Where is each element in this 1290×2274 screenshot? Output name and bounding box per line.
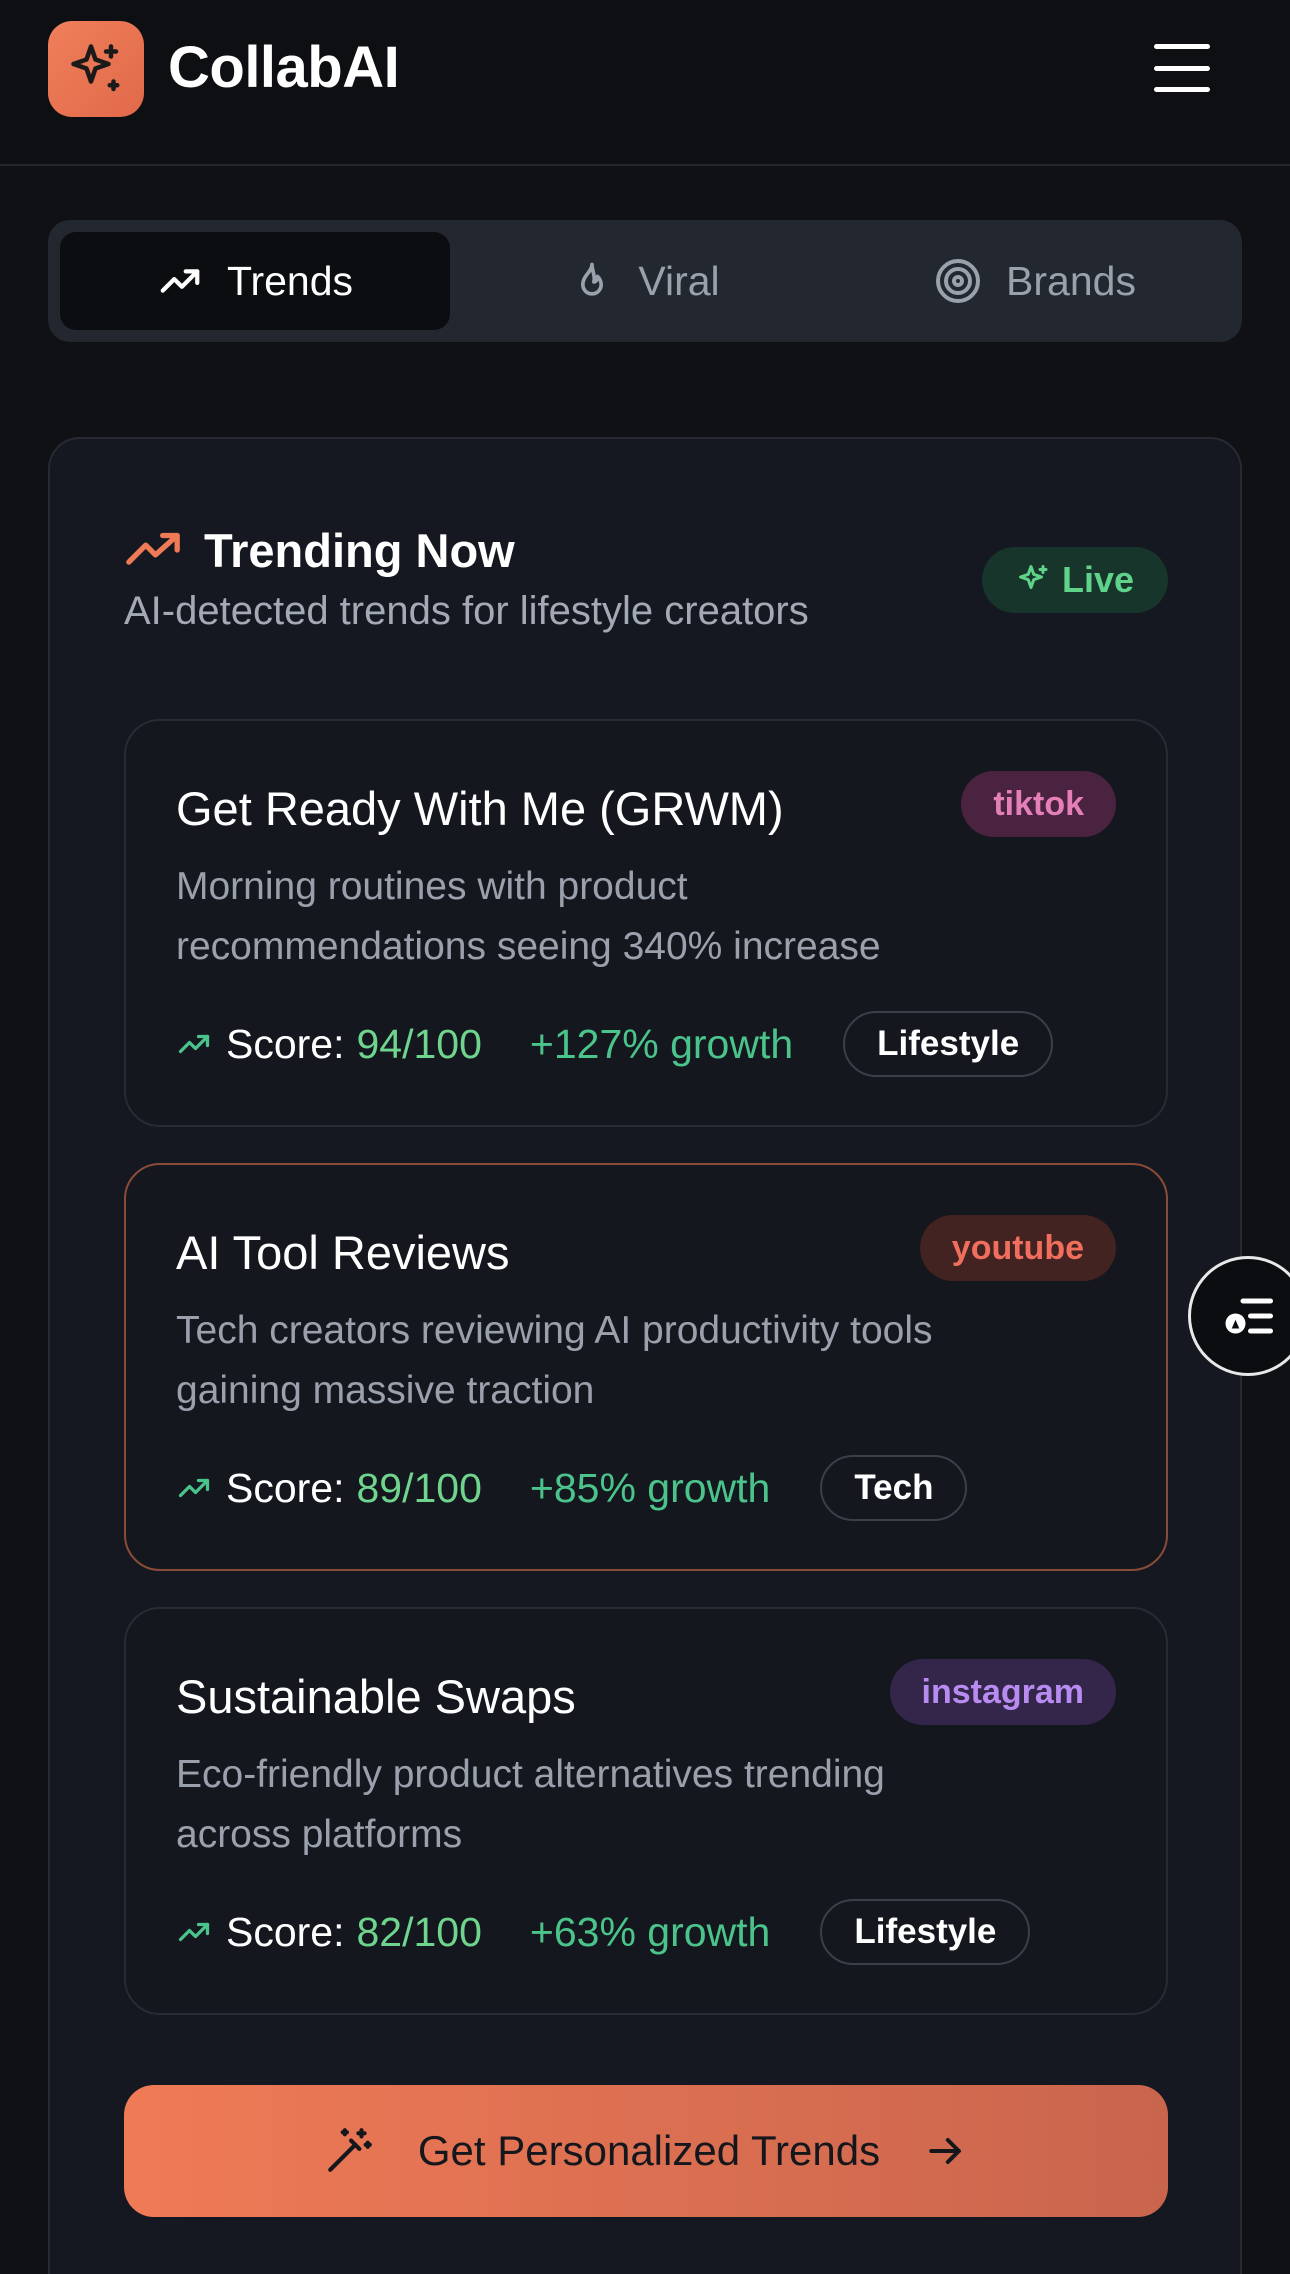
- tab-label: Brands: [1006, 257, 1136, 304]
- growth-value: +63% growth: [529, 1908, 771, 1955]
- tab-trends[interactable]: Trends: [60, 232, 450, 330]
- score-label: Score:: [226, 1464, 345, 1511]
- trend-title: Get Ready With Me (GRWM): [176, 782, 784, 835]
- trending-up-icon: [178, 1034, 210, 1054]
- tab-label: Viral: [638, 257, 720, 304]
- tab-brands[interactable]: Brands: [840, 232, 1230, 330]
- trend-meta: Score: 82/100 +63% growth Lifestyle: [176, 1899, 1031, 1965]
- trend-description: Tech creators reviewing AI productivity …: [176, 1309, 933, 1412]
- score-label: Score:: [226, 1908, 345, 1955]
- sparkles-icon: [71, 44, 120, 92]
- trend-meta: Score: 94/100 +127% growth Lifestyle: [176, 1011, 1054, 1077]
- score-label: Score:: [226, 1020, 345, 1067]
- trend-card[interactable]: AI Tool Reviews youtube Tech creators re…: [124, 1163, 1168, 1571]
- arrow-right-icon: [929, 2137, 961, 2165]
- category-tag: Lifestyle: [843, 1011, 1054, 1077]
- trending-up-icon: [178, 1478, 210, 1498]
- list-filter-icon: [1225, 1298, 1273, 1334]
- flame-icon: [581, 262, 604, 296]
- trend-card[interactable]: Sustainable Swaps instagram Eco-friendly…: [124, 1607, 1168, 2015]
- trending-up-icon: [160, 269, 200, 293]
- platform-badge: youtube: [919, 1215, 1116, 1281]
- magic-wand-icon: [328, 2128, 372, 2172]
- score-value: 94/100: [356, 1020, 482, 1067]
- trending-up-icon: [178, 1922, 210, 1942]
- sparkles-icon: [1018, 565, 1048, 589]
- tab-viral[interactable]: Viral: [450, 232, 840, 330]
- live-badge: Live: [982, 547, 1168, 613]
- trending-up-icon: [126, 532, 180, 565]
- app-title: CollabAI: [168, 35, 400, 100]
- category-tag: Lifestyle: [820, 1899, 1031, 1965]
- platform-badge: tiktok: [961, 771, 1116, 837]
- target-icon: [936, 259, 981, 303]
- score-value: 89/100: [356, 1464, 482, 1511]
- category-tag: Tech: [820, 1455, 968, 1521]
- trend-meta: Score: 89/100 +85% growth Tech: [176, 1455, 968, 1521]
- score-value: 82/100: [356, 1908, 482, 1955]
- panel-subtitle: AI-detected trends for lifestyle creator…: [124, 589, 809, 633]
- tab-label: Trends: [226, 257, 354, 304]
- platform-badge: instagram: [889, 1659, 1116, 1725]
- growth-value: +127% growth: [529, 1020, 794, 1067]
- panel-header: Trending Now: [124, 521, 515, 579]
- trend-title: Sustainable Swaps: [176, 1670, 576, 1723]
- hamburger-menu-icon[interactable]: [1146, 40, 1218, 96]
- tab-bar: Trends Viral Brands: [48, 220, 1242, 342]
- growth-value: +85% growth: [529, 1464, 771, 1511]
- trend-card[interactable]: Get Ready With Me (GRWM) tiktok Morning …: [124, 719, 1168, 1127]
- trend-description: Morning routines with product recommenda…: [176, 865, 881, 968]
- cta-label: Get Personalized Trends: [417, 2127, 881, 2174]
- trend-description: Eco-friendly product alternatives trendi…: [176, 1753, 885, 1856]
- app-header: CollabAI: [0, 0, 1290, 166]
- trending-panel: Trending Now AI-detected trends for life…: [48, 437, 1242, 2274]
- live-label: Live: [1061, 559, 1135, 600]
- panel-title: Trending Now: [204, 523, 515, 577]
- app-logo[interactable]: [48, 21, 144, 117]
- trend-title: AI Tool Reviews: [176, 1226, 510, 1279]
- get-personalized-trends-button[interactable]: Get Personalized Trends: [124, 2085, 1168, 2217]
